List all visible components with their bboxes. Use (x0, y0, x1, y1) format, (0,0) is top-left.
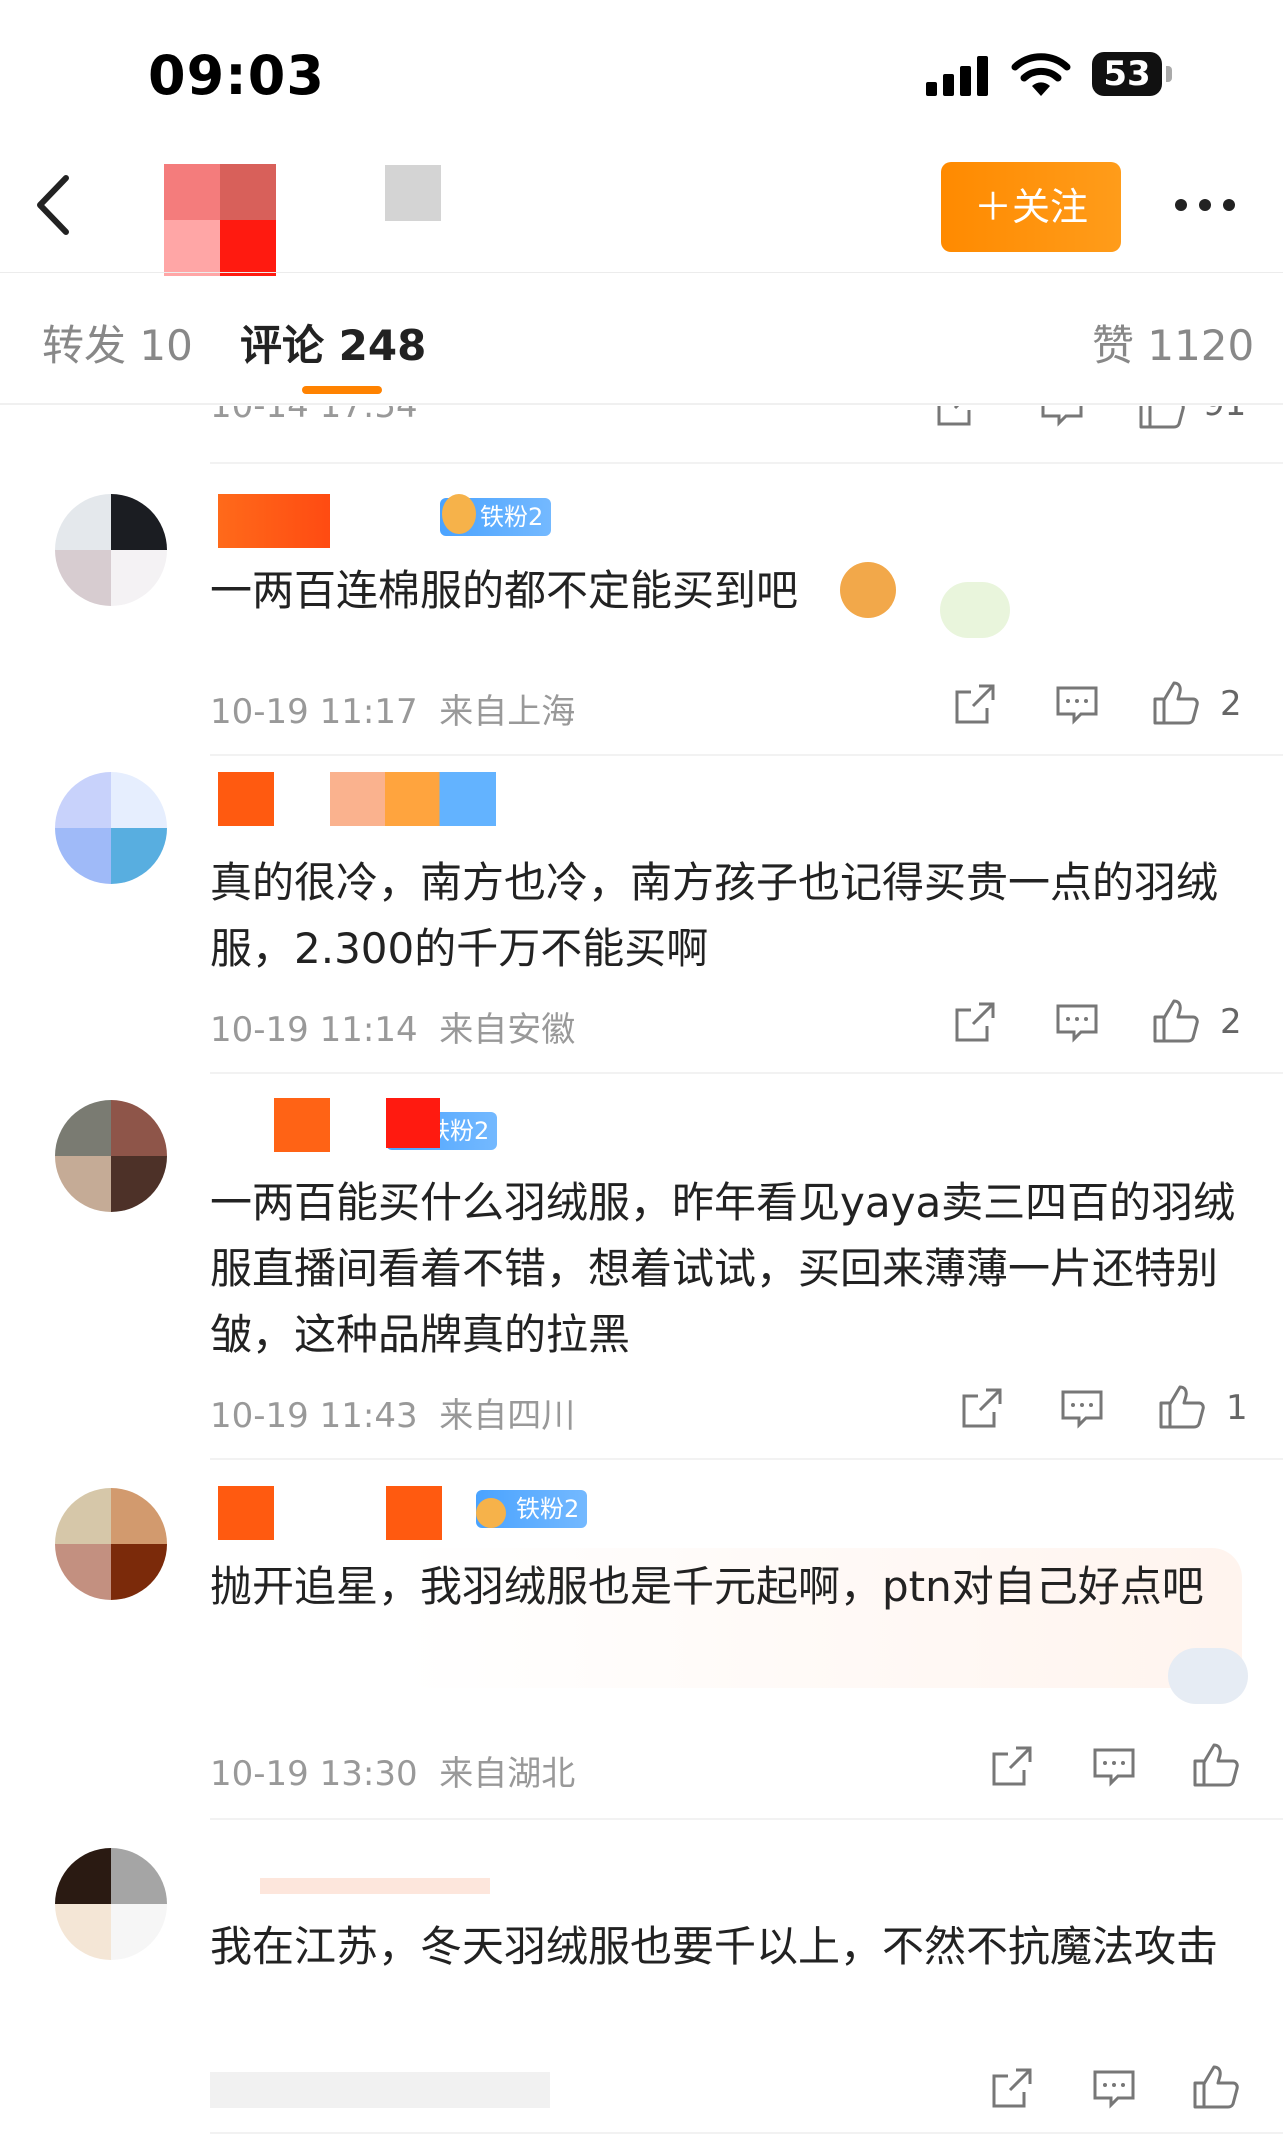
header-divider (0, 272, 1283, 273)
comment-text: 真的很冷，南方也冷，南方孩子也记得买贵一点的羽绒服，2.300的千万不能买啊 (210, 858, 1219, 973)
like-icon[interactable] (1192, 1742, 1240, 1788)
like-icon[interactable] (1192, 2064, 1240, 2110)
battery-tip (1166, 66, 1172, 82)
comment-icon[interactable] (1092, 1744, 1136, 1788)
like-icon[interactable] (1152, 680, 1200, 726)
username-mosaic (218, 772, 274, 826)
battery-icon: 53 (1092, 52, 1162, 96)
username-mosaic (274, 1098, 330, 1152)
comment-icon[interactable] (1055, 682, 1099, 726)
username-mosaic (386, 1486, 442, 1540)
plane-sticker-icon (1168, 1648, 1248, 1704)
comment-icon[interactable] (1092, 2066, 1136, 2110)
username-mosaic (385, 165, 441, 221)
back-arrow-icon[interactable] (30, 172, 74, 242)
like-count: 91 (1203, 406, 1246, 424)
row-divider (210, 1072, 1283, 1074)
tab-comments[interactable]: 评论 248 (240, 312, 426, 373)
cellular-signal-icon (926, 56, 990, 96)
comment-time: 10-19 13:30 来自湖北 (210, 1754, 576, 1794)
username-mosaic (260, 1878, 490, 1894)
like-count: 2 (1220, 684, 1242, 724)
comment-text: 抛开追星，我羽绒服也是千元起啊，ptn对自己好点吧 (210, 1562, 1204, 1611)
partial-row: 10-14 17:54 91 (0, 406, 1283, 434)
username-mosaic (218, 494, 330, 548)
fan-badge-icon (476, 1498, 506, 1528)
share-icon[interactable] (953, 682, 997, 726)
like-count: 1 (1226, 1388, 1248, 1428)
fan-badge-icon (442, 494, 476, 534)
comment-icon[interactable] (1060, 1386, 1104, 1430)
share-icon[interactable] (990, 1744, 1034, 1788)
like-count: 2 (1220, 1002, 1242, 1042)
tab-active-indicator (302, 386, 382, 394)
row-divider (210, 754, 1283, 756)
follow-button[interactable]: ＋关注 (941, 162, 1121, 252)
fan-badge-icon (386, 1098, 440, 1148)
row-divider (210, 2132, 1283, 2134)
like-icon[interactable] (1158, 1384, 1206, 1430)
like-icon[interactable] (1152, 998, 1200, 1044)
comment-text: 我在江苏，冬天羽绒服也要千以上，不然不抗魔法攻击 (210, 1922, 1219, 1971)
flower-sticker-icon (940, 582, 1010, 638)
comment-icon[interactable] (1040, 406, 1084, 428)
status-time: 09:03 (148, 44, 325, 107)
share-icon[interactable] (953, 1000, 997, 1044)
row-divider (210, 1458, 1283, 1460)
avatar[interactable] (55, 1488, 167, 1600)
wifi-icon (1010, 50, 1072, 102)
comment-time-mosaic (210, 2072, 550, 2108)
avatar[interactable] (55, 1848, 167, 1960)
avatar[interactable] (164, 164, 276, 276)
dog-emoji-icon (840, 562, 896, 618)
row-divider (210, 462, 1283, 464)
username-mosaic (330, 772, 496, 826)
avatar[interactable] (55, 494, 167, 606)
avatar[interactable] (55, 772, 167, 884)
username-mosaic (218, 1486, 274, 1540)
comment-icon[interactable] (1055, 1000, 1099, 1044)
comment-text: 一两百能买什么羽绒服，昨年看见yaya卖三四百的羽绒服直播间看着不错，想着试试，… (210, 1178, 1236, 1359)
comment-time: 10-19 11:14 来自安徽 (210, 1010, 576, 1050)
tab-reposts[interactable]: 转发 10 (42, 312, 193, 373)
comment-time: 10-19 11:17 来自上海 (210, 692, 576, 732)
more-icon[interactable] (1175, 190, 1245, 220)
tab-likes[interactable]: 赞 1120 (1092, 312, 1254, 373)
tab-divider (0, 403, 1283, 405)
share-icon[interactable] (935, 406, 979, 428)
comment-time: 10-14 17:54 (210, 406, 418, 426)
comment-time: 10-19 11:43 来自四川 (210, 1396, 576, 1436)
comment-text: 一两百连棉服的都不定能买到吧 (210, 566, 799, 615)
row-divider (210, 1818, 1283, 1820)
avatar[interactable] (55, 1100, 167, 1212)
share-icon[interactable] (960, 1386, 1004, 1430)
share-icon[interactable] (990, 2066, 1034, 2110)
